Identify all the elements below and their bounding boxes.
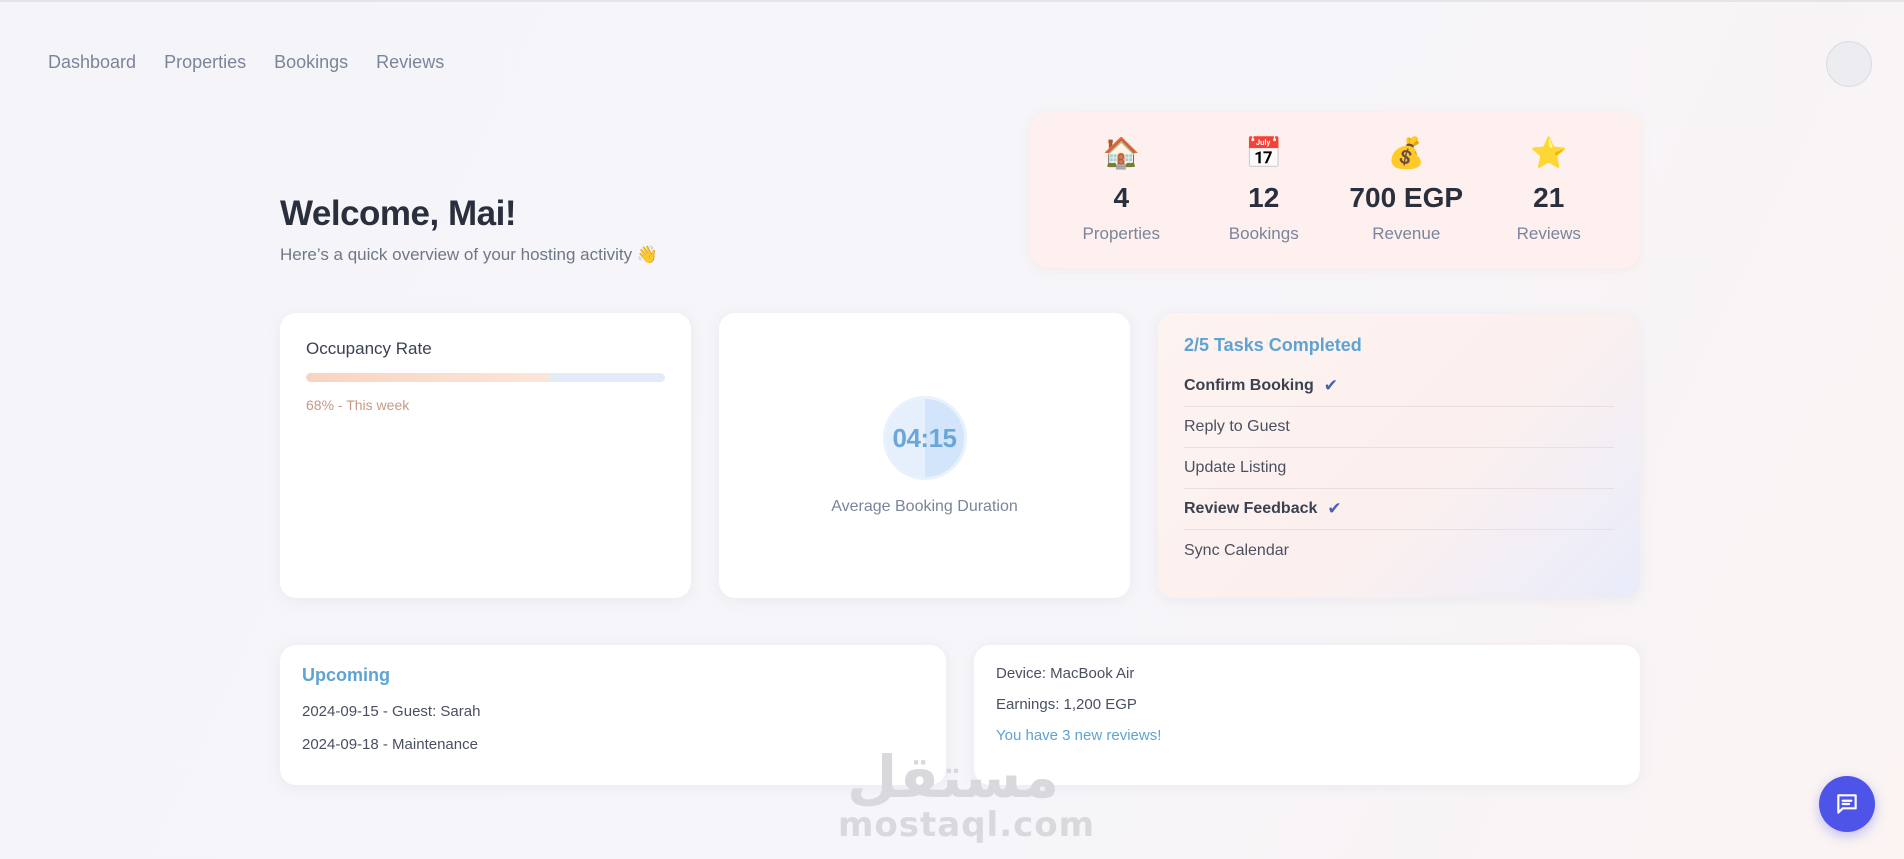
stat-value: 12: [1248, 182, 1280, 213]
occupancy-progress-fill: [306, 373, 551, 382]
new-reviews-link[interactable]: You have 3 new reviews!: [996, 727, 1618, 745]
stat-value: 4: [1113, 182, 1130, 213]
watermark-latin: mostaql.com: [838, 805, 1096, 845]
star-icon: ⭐: [1530, 136, 1568, 171]
upcoming-title: Upcoming: [302, 665, 390, 685]
check-icon: ✔: [1327, 499, 1342, 519]
task-item[interactable]: Review Feedback ✔: [1184, 489, 1614, 530]
occupancy-progress-bar: [306, 373, 665, 382]
stat-bookings: 📅 12 Bookings: [1199, 136, 1329, 244]
task-label: Reply to Guest: [1184, 418, 1290, 435]
stat-value: 700 EGP: [1349, 182, 1464, 213]
tasks-title: 2/5 Tasks Completed: [1184, 335, 1362, 355]
occupancy-title: Occupancy Rate: [306, 339, 432, 358]
stat-label: Bookings: [1228, 224, 1299, 243]
device-card: Device: MacBook Air Earnings: 1,200 EGP …: [974, 645, 1640, 785]
task-label: Review Feedback: [1184, 500, 1318, 517]
device-name: Device: MacBook Air: [996, 665, 1135, 682]
nav-dashboard[interactable]: Dashboard: [48, 52, 136, 73]
task-label: Update Listing: [1184, 459, 1287, 476]
watermark: مستقل mostaql.com: [838, 743, 1096, 845]
house-icon: 🏠: [1102, 136, 1140, 171]
earnings-text: Earnings: 1,200 EGP: [996, 696, 1137, 713]
list-item: 2024-09-18 - Maintenance: [302, 736, 478, 753]
list-item: 2024-09-15 - Guest: Sarah: [302, 703, 481, 720]
stat-properties: 🏠 4 Properties: [1056, 136, 1186, 244]
watermark-arabic: مستقل: [846, 743, 1060, 811]
task-item[interactable]: Reply to Guest: [1184, 407, 1614, 448]
avatar[interactable]: [1826, 41, 1872, 87]
nav-bookings[interactable]: Bookings: [274, 52, 348, 73]
duration-label: Average Booking Duration: [831, 498, 1018, 515]
task-label: Confirm Booking: [1184, 377, 1314, 394]
stat-reviews: ⭐ 21 Reviews: [1484, 136, 1614, 244]
occupancy-note: 68% - This week: [306, 397, 410, 413]
stat-revenue: 💰 700 EGP Revenue: [1341, 136, 1471, 244]
page-title: Welcome, Mai!: [280, 194, 516, 233]
stat-label: Revenue: [1372, 224, 1441, 243]
page-subtitle: Here’s a quick overview of your hosting …: [280, 245, 659, 264]
chat-button[interactable]: [1819, 776, 1875, 832]
task-item[interactable]: Confirm Booking ✔: [1184, 366, 1614, 407]
stat-label: Properties: [1082, 224, 1160, 243]
timer-value: 04:15: [892, 422, 958, 453]
duration-timer: 04:15: [882, 396, 967, 480]
task-item[interactable]: Sync Calendar: [1184, 530, 1614, 571]
task-label: Sync Calendar: [1184, 541, 1289, 559]
nav-properties[interactable]: Properties: [164, 52, 246, 73]
stat-label: Reviews: [1516, 224, 1581, 243]
check-icon: ✔: [1323, 376, 1339, 396]
money-bag-icon: 💰: [1387, 136, 1425, 171]
top-divider: [0, 0, 1904, 2]
stats-card: 🏠 4 Properties 📅 12 Bookings 💰 700 EGP R…: [1030, 112, 1640, 268]
stat-value: 21: [1533, 182, 1565, 213]
duration-card: 04:15 Average Booking Duration: [719, 313, 1130, 598]
top-nav: Dashboard Properties Bookings Reviews: [48, 52, 444, 73]
task-item[interactable]: Update Listing: [1184, 448, 1614, 489]
chat-icon: [1837, 794, 1857, 814]
calendar-icon: 📅: [1245, 136, 1283, 171]
occupancy-card: Occupancy Rate 68% - This week: [280, 313, 691, 598]
tasks-card: 2/5 Tasks Completed Confirm Booking ✔ Re…: [1158, 313, 1640, 598]
nav-reviews[interactable]: Reviews: [376, 52, 444, 73]
